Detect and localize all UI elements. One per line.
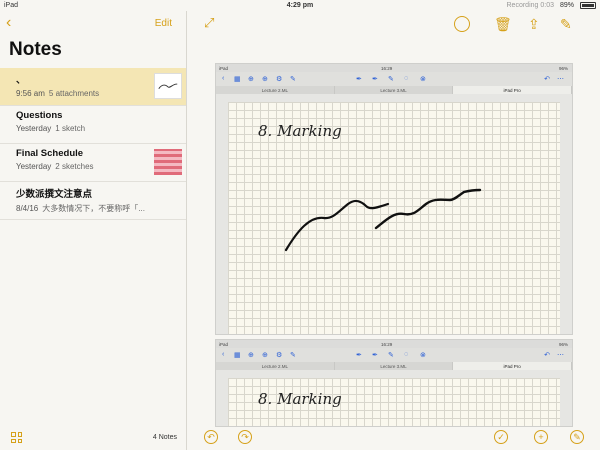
attachment-image-2[interactable]: iPad 16:29 96% ‹ ▦ ⊕ ⊕ ⚙ ✎ ✒ ✒ ✎ ◌ ⊗ ↶ ⋯… <box>215 339 573 427</box>
status-bar: iPad 4:29 pm Recording 0:03 89% <box>0 0 600 11</box>
handwritten-strokes <box>284 188 482 252</box>
inner-toolbar: ‹ ▦ ⊕ ⊕ ⚙ ✎ ✒ ✒ ✎ ◌ ⊗ ↶ ⋯ <box>216 348 572 362</box>
status-right: Recording 0:03 89% <box>506 2 596 9</box>
notes-sidebar: ‹ Edit Notes 、 9:56 am 5 attachments Ques… <box>0 11 187 450</box>
battery-icon <box>580 2 596 9</box>
page-title: Notes <box>9 39 62 60</box>
note-detail: ⤢ 🗑 ⇪ ✎ iPad 16:29 96% ‹ ▦ ⊕ ⊕ ⚙ ✎ ✒ ✒ ✎… <box>188 11 600 450</box>
checklist-icon[interactable]: ✓ <box>494 430 508 444</box>
attachment-image-1[interactable]: iPad 16:29 96% ‹ ▦ ⊕ ⊕ ⚙ ✎ ✒ ✒ ✎ ◌ ⊗ ↶ ⋯… <box>215 63 573 335</box>
notes-list: 、 9:56 am 5 attachments Questions Yesterd… <box>0 68 186 220</box>
note-meta: Yesterday 1 sketch <box>16 124 86 133</box>
list-item[interactable]: Final Schedule Yesterday 2 sketches <box>0 144 186 182</box>
note-toolbar: ⤢ 🗑 ⇪ ✎ <box>188 11 600 45</box>
back-chevron-icon[interactable]: ‹ <box>6 14 11 32</box>
expand-icon[interactable]: ⤢ <box>204 15 214 31</box>
battery-percent: 89% <box>559 2 574 9</box>
note-bottom-bar: ↶ ↷ ✓ + ✎ <box>188 426 600 450</box>
sidebar-footer: 4 Notes <box>0 426 186 450</box>
sketch-thumbnail <box>154 73 182 99</box>
note-meta: 8/4/16 大多数情况下，不要称呼「... <box>16 204 145 213</box>
list-item[interactable]: 、 9:56 am 5 attachments <box>0 68 186 106</box>
recording-indicator: Recording 0:03 <box>506 2 554 9</box>
inner-status-bar: iPad 16:29 96% <box>216 340 572 348</box>
list-item[interactable]: Questions Yesterday 1 sketch <box>0 106 186 144</box>
list-item[interactable]: 少数派撰文注意点 8/4/16 大多数情况下，不要称呼「... <box>0 182 186 220</box>
compose-icon[interactable]: ✎ <box>560 16 572 33</box>
note-count: 4 Notes <box>152 434 177 441</box>
schedule-thumbnail <box>154 149 182 175</box>
inner-tabs: Lecture 2.ML Lecture 3.ML iPad Pro <box>216 362 572 370</box>
grid-paper: 8. Marking <box>228 378 560 426</box>
grid-paper: 8. Marking <box>228 102 560 334</box>
note-title: Questions <box>16 110 63 121</box>
trash-icon[interactable]: 🗑 <box>494 16 512 33</box>
undo-icon[interactable]: ↶ <box>204 430 218 444</box>
inner-status-bar: iPad 16:29 96% <box>216 64 572 72</box>
attachments-grid-icon[interactable] <box>11 432 22 443</box>
share-icon[interactable]: ⇪ <box>528 16 540 33</box>
sketch-pen-icon[interactable]: ✎ <box>570 430 584 444</box>
add-people-icon[interactable] <box>454 16 470 32</box>
sidebar-header: ‹ Edit <box>0 11 186 35</box>
edit-button[interactable]: Edit <box>155 18 172 29</box>
inner-toolbar: ‹ ▦ ⊕ ⊕ ⚙ ✎ ✒ ✒ ✎ ◌ ⊗ ↶ ⋯ <box>216 72 572 86</box>
note-title: 少数派撰文注意点 <box>16 189 93 200</box>
redo-icon[interactable]: ↷ <box>238 430 252 444</box>
inner-tabs: Lecture 2.ML Lecture 3.ML iPad Pro <box>216 86 573 94</box>
handwriting-heading: 8. Marking <box>258 390 342 408</box>
add-attachment-icon[interactable]: + <box>534 430 548 444</box>
